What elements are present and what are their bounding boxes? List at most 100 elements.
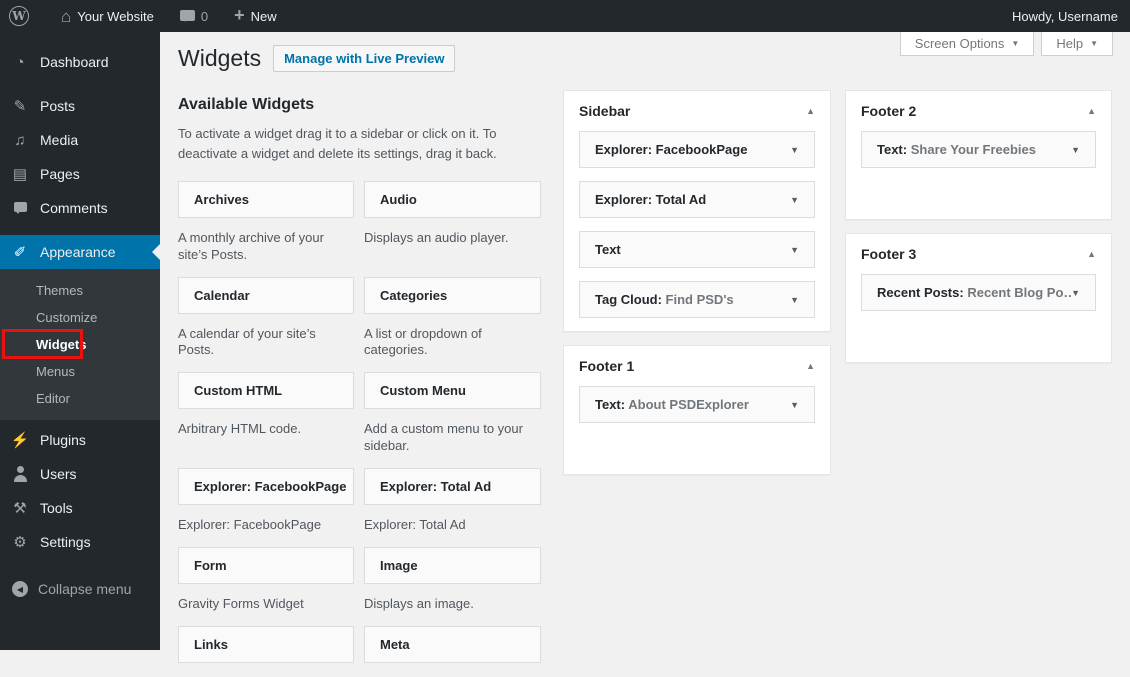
placed-widget[interactable]: Explorer: Total Ad ▼ [579, 181, 815, 218]
widget-card-title: Archives [194, 192, 249, 208]
placed-widget-title: Recent Posts: [877, 285, 964, 300]
comments-count: 0 [200, 8, 209, 24]
area-widget-list: Text: Share Your Freebies ▼ [846, 129, 1111, 168]
sidebar-menu-item[interactable]: Users [0, 457, 160, 491]
chevron-down-icon[interactable]: ▼ [790, 245, 799, 255]
sidebar-menu-item[interactable]: Comments [0, 191, 160, 225]
available-widget: Links [178, 626, 354, 677]
chevron-down-icon: ▼ [1011, 39, 1020, 48]
chevron-up-icon[interactable]: ▲ [1087, 249, 1096, 259]
area-widget-list: Recent Posts: Recent Blog Po… ▼ [846, 272, 1111, 311]
chevron-down-icon[interactable]: ▼ [790, 295, 799, 305]
chevron-down-icon[interactable]: ▼ [1071, 145, 1080, 155]
placed-widget[interactable]: Text: Share Your Freebies ▼ [861, 131, 1096, 168]
available-widget: Image Displays an image. [364, 547, 541, 626]
home-icon: ⌂ [61, 6, 72, 26]
chevron-down-icon[interactable]: ▼ [1071, 288, 1080, 298]
sidebar-menu-item[interactable]: Media [0, 123, 160, 157]
help-tab[interactable]: Help ▼ [1041, 32, 1113, 56]
widget-card[interactable]: Audio [364, 181, 541, 219]
account-menu[interactable]: Howdy, Username [1003, 0, 1130, 32]
placed-widget[interactable]: Tag Cloud: Find PSD's ▼ [579, 281, 815, 318]
widget-card[interactable]: Image [364, 547, 541, 585]
menu-bottom-group: Plugins Users Tools [0, 423, 160, 569]
widget-card-title: Calendar [194, 287, 250, 303]
footer1-area-header[interactable]: Footer 1 ▲ [564, 346, 830, 384]
placed-widget[interactable]: Recent Posts: Recent Blog Po… ▼ [861, 274, 1096, 311]
submenu-item[interactable]: Editor [0, 385, 160, 412]
sidebar-area-header[interactable]: Sidebar ▲ [564, 91, 830, 129]
chevron-up-icon[interactable]: ▲ [806, 106, 815, 116]
chevron-up-icon[interactable]: ▲ [1087, 106, 1096, 116]
menu-icon [10, 199, 30, 217]
comments-shortcut[interactable]: 0 [171, 0, 217, 32]
menu-item-label: Tools [40, 500, 73, 516]
placed-widget[interactable]: Text ▼ [579, 231, 815, 268]
widget-card[interactable]: Custom Menu [364, 372, 541, 410]
submenu-item[interactable]: Themes [0, 277, 160, 304]
chevron-down-icon[interactable]: ▼ [790, 195, 799, 205]
submenu-item[interactable]: Menus [0, 358, 160, 385]
menu-item-label: Posts [40, 98, 76, 114]
submenu-item-label: Customize [36, 310, 98, 325]
widget-card-title: Categories [380, 287, 448, 303]
widget-card[interactable]: Explorer: FacebookPage [178, 467, 354, 505]
submenu-item[interactable]: Customize [0, 304, 160, 331]
widget-card-title: Links [194, 637, 228, 653]
widget-card[interactable]: Custom HTML [178, 372, 354, 410]
screen-options-tab[interactable]: Screen Options ▼ [899, 32, 1035, 56]
menu-item-label: Settings [40, 534, 91, 550]
sidebar-menu-item[interactable]: Pages [0, 157, 160, 191]
placed-widget[interactable]: Text: About PSDExplorer ▼ [579, 386, 815, 423]
placed-widget-subtitle: Recent Blog Po… [967, 285, 1072, 300]
collapse-menu-label: Collapse menu [38, 581, 132, 597]
chevron-down-icon[interactable]: ▼ [790, 400, 799, 410]
widget-card[interactable]: Archives [178, 181, 354, 219]
menu-item-label: Users [40, 466, 77, 482]
sidebar-menu-item[interactable]: Appearance [0, 235, 160, 269]
available-widget: Custom HTML Arbitrary HTML code. [178, 372, 354, 468]
sidebar-menu-item[interactable]: Posts [0, 89, 160, 123]
area-title: Footer 2 [861, 103, 917, 119]
footer2-area-header[interactable]: Footer 2 ▲ [846, 91, 1111, 129]
menu-separator [0, 225, 160, 235]
menu-separator [0, 559, 160, 569]
wordpress-menu[interactable]: W [0, 0, 38, 32]
sidebar-menu-item[interactable]: Settings [0, 525, 160, 559]
available-widget: Categories A list or dropdown of categor… [364, 276, 541, 373]
collapse-menu-button[interactable]: ◀ Collapse menu [0, 572, 160, 606]
menu-icon [10, 533, 30, 551]
widget-card[interactable]: Form [178, 547, 354, 585]
manage-live-preview-button[interactable]: Manage with Live Preview [273, 45, 456, 72]
new-content-menu[interactable]: + New [225, 0, 286, 32]
widget-card[interactable]: Calendar [178, 276, 354, 314]
placed-widget[interactable]: Explorer: FacebookPage ▼ [579, 131, 815, 168]
available-widget: Meta [364, 626, 541, 677]
widget-card-title: Custom HTML [194, 383, 283, 399]
widget-card[interactable]: Explorer: Total Ad [364, 467, 541, 505]
sidebar-menu-item[interactable]: Dashboard [0, 45, 160, 79]
widget-card[interactable]: Meta [364, 626, 541, 664]
menu-icon [10, 53, 30, 71]
area-title: Sidebar [579, 103, 631, 119]
footer3-widget-area: Footer 3 ▲ Recent Posts: Recent Blog Po…… [845, 233, 1112, 363]
chevron-up-icon[interactable]: ▲ [806, 361, 815, 371]
submenu-item-label: Menus [36, 364, 76, 379]
chevron-down-icon[interactable]: ▼ [790, 145, 799, 155]
widget-description: Arbitrary HTML code. [178, 421, 302, 437]
widget-card-title: Image [380, 558, 418, 574]
submenu-item[interactable]: Widgets [0, 329, 160, 359]
widget-description: A calendar of your site’s Posts. [178, 325, 316, 358]
area-widget-list: Text: About PSDExplorer ▼ [564, 384, 830, 423]
widget-description: A list or dropdown of categories. [364, 325, 482, 358]
widget-card[interactable]: Links [178, 626, 354, 664]
footer3-area-header[interactable]: Footer 3 ▲ [846, 234, 1111, 272]
sidebar-menu-item[interactable]: Tools [0, 491, 160, 525]
widget-card-title: Form [194, 558, 227, 574]
widget-card[interactable]: Categories [364, 276, 541, 314]
sidebar-menu-item[interactable]: Plugins [0, 423, 160, 457]
area-title: Footer 3 [861, 246, 917, 262]
menu-item-label: Pages [40, 166, 80, 182]
visit-site-link[interactable]: ⌂ Your Website [52, 0, 163, 32]
available-widget: Audio Displays an audio player. [364, 181, 541, 277]
